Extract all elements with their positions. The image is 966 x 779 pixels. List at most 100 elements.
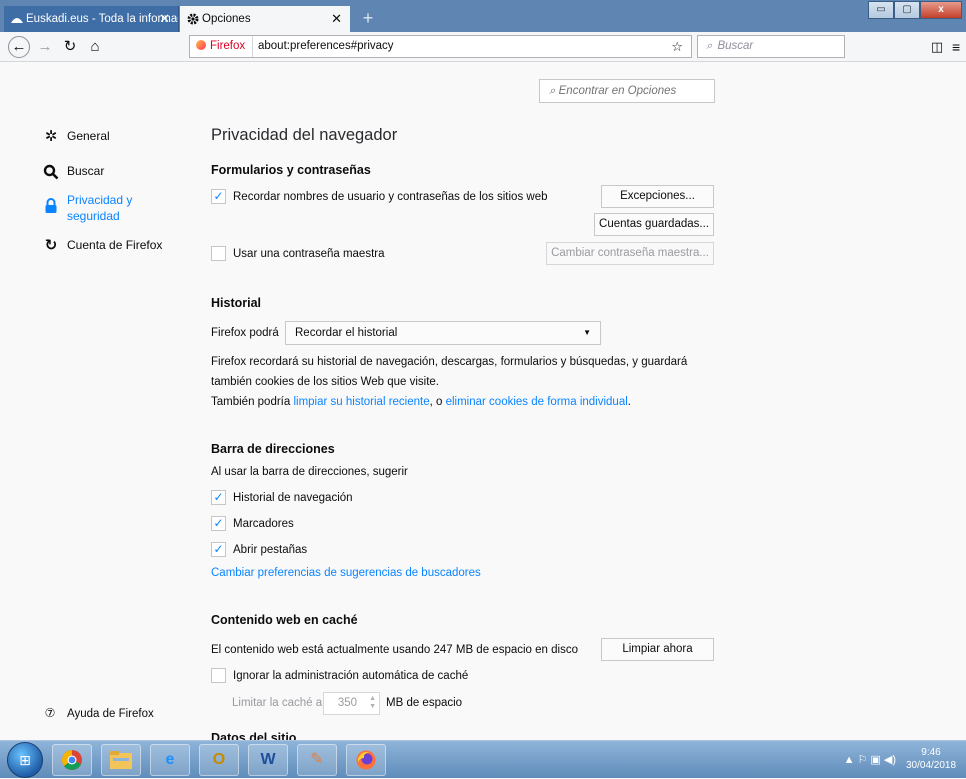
checkbox-label: Usar una contraseña maestra	[233, 247, 385, 260]
url-text[interactable]: about:preferences#privacy	[258, 36, 394, 57]
gear-icon	[187, 13, 199, 25]
home-button[interactable]: ⌂	[84, 36, 106, 58]
cache-limit-label: Limitar la caché a	[232, 697, 323, 709]
tab-close-icon[interactable]: ✕	[159, 6, 170, 32]
identity-box[interactable]: Firefox	[190, 36, 254, 57]
checkbox-checked[interactable]: ✓	[211, 516, 226, 531]
outlook-icon[interactable]: O	[199, 744, 239, 776]
maximize-button[interactable]: ▢	[894, 1, 920, 19]
override-cache-checkbox[interactable]: Ignorar la administración automática de …	[211, 668, 468, 683]
chrome-icon[interactable]	[52, 744, 92, 776]
category-label: Cuenta de Firefox	[67, 238, 163, 252]
tab-strip: Euskadi.eus - Toda la informac ✕ Opcione…	[0, 0, 966, 32]
search-icon: ⌕	[706, 40, 713, 52]
euskadi-favicon-icon	[11, 18, 23, 23]
lock-icon	[42, 198, 60, 217]
address-bar-intro: Al usar la barra de direcciones, sugerir	[211, 466, 408, 478]
cache-limit-input[interactable]: 350 ▲ ▼	[323, 692, 380, 715]
suggest-history-checkbox[interactable]: ✓ Historial de navegación	[211, 490, 353, 505]
category-search[interactable]: Buscar	[42, 164, 104, 183]
reload-button[interactable]: ↻	[59, 36, 81, 58]
windows-start-icon[interactable]: ⊞	[7, 742, 43, 778]
spinner-arrows-icon[interactable]: ▲ ▼	[369, 695, 376, 711]
category-label: General	[67, 129, 110, 143]
firefox-icon	[196, 40, 206, 50]
clock-date: 30/04/2018	[906, 760, 957, 771]
ie-icon[interactable]: e	[150, 744, 190, 776]
cache-limit-unit: MB de espacio	[386, 697, 463, 709]
window-controls: ▭ ▢ x	[868, 1, 962, 19]
back-button[interactable]: ←	[8, 36, 30, 58]
change-search-suggestions-link[interactable]: Cambiar preferencias de sugerencias de b…	[211, 567, 481, 579]
tab-euskadi[interactable]: Euskadi.eus - Toda la informac ✕	[4, 6, 179, 32]
history-description: Firefox recordará su historial de navega…	[211, 356, 688, 368]
remember-logins-checkbox[interactable]: ✓ Recordar nombres de usuario y contrase…	[211, 189, 548, 204]
checkbox-label: Historial de navegación	[233, 491, 353, 504]
word-icon[interactable]: W	[248, 744, 288, 776]
category-label: Privacidad y seguridad	[67, 193, 133, 223]
tab-label: Opciones	[202, 13, 251, 25]
help-icon: ⑦	[44, 706, 56, 720]
cache-section-title: Contenido web en caché	[211, 613, 358, 627]
remove-cookies-link[interactable]: eliminar cookies de forma individual	[446, 396, 628, 408]
static-text: .	[627, 396, 631, 408]
master-password-checkbox[interactable]: Usar una contraseña maestra	[211, 246, 385, 261]
select-value: Recordar el historial	[295, 327, 398, 339]
checkbox-checked[interactable]: ✓	[211, 542, 226, 557]
taskbar: ⊞ e O W ✎ ▲ ⚐ ▣ ◀) 9:46 30/04/2018	[0, 740, 966, 778]
checkbox-unchecked[interactable]	[211, 246, 226, 261]
url-bar[interactable]: Firefox about:preferences#privacy ☆	[189, 35, 692, 58]
page-title: Privacidad del navegador	[211, 126, 398, 144]
menu-icon[interactable]: ≡	[952, 36, 966, 58]
site-data-section-title: Datos del sitio	[211, 731, 297, 740]
bookmark-star-icon[interactable]: ☆	[671, 36, 683, 57]
category-firefox-account[interactable]: ↻ Cuenta de Firefox	[42, 237, 163, 254]
clear-recent-history-link[interactable]: limpiar su historial reciente	[293, 396, 429, 408]
explorer-icon[interactable]	[101, 744, 141, 776]
sync-icon: ↻	[44, 237, 58, 254]
checkbox-checked[interactable]: ✓	[211, 490, 226, 505]
category-general[interactable]: ✲ General	[42, 129, 110, 144]
history-links-line: También podría limpiar su historial reci…	[211, 396, 631, 408]
exceptions-button[interactable]: Excepciones...	[601, 185, 714, 208]
new-tab-button[interactable]: +	[355, 6, 381, 32]
change-master-password-button[interactable]: Cambiar contraseña maestra...	[546, 242, 714, 265]
clock[interactable]: 9:46 30/04/2018	[906, 746, 956, 772]
help-label: Ayuda de Firefox	[67, 708, 154, 720]
tab-close-icon[interactable]: ✕	[331, 6, 342, 32]
suggest-bookmarks-checkbox[interactable]: ✓ Marcadores	[211, 516, 294, 531]
history-section-title: Historial	[211, 296, 262, 310]
sidebar-icon[interactable]: ◫	[926, 36, 948, 58]
checkbox-label: Ignorar la administración automática de …	[233, 669, 469, 682]
history-mode-label: Firefox podrá	[211, 327, 279, 339]
search-icon	[42, 164, 60, 183]
paint-icon[interactable]: ✎	[297, 744, 337, 776]
navigation-toolbar: ← → ↻ ⌂ Firefox about:preferences#privac…	[0, 32, 966, 62]
saved-logins-button[interactable]: Cuentas guardadas...	[594, 213, 714, 236]
checkbox-unchecked[interactable]	[211, 668, 226, 683]
close-window-button[interactable]: x	[920, 1, 962, 19]
clock-time: 9:46	[921, 747, 941, 758]
forward-button[interactable]: →	[34, 36, 56, 58]
tab-opciones[interactable]: Opciones ✕	[180, 6, 350, 32]
checkbox-label: Marcadores	[233, 517, 294, 530]
category-privacy[interactable]: Privacidad y seguridad	[42, 192, 147, 224]
forms-section-title: Formularios y contraseñas	[211, 163, 371, 177]
checkbox-checked[interactable]: ✓	[211, 189, 226, 204]
address-bar-section-title: Barra de direcciones	[211, 442, 335, 456]
history-mode-select[interactable]: Recordar el historial ▼	[285, 321, 601, 345]
firefox-icon[interactable]	[346, 744, 386, 776]
checkbox-label: Recordar nombres de usuario y contraseña…	[233, 190, 548, 203]
static-text: También podría	[211, 396, 294, 408]
find-in-options-input[interactable]: ⌕ Encontrar en Opciones	[539, 79, 715, 103]
clear-cache-button[interactable]: Limpiar ahora	[601, 638, 714, 661]
cache-limit-value: 350	[337, 697, 357, 709]
help-link[interactable]: ⑦ Ayuda de Firefox	[42, 706, 154, 722]
suggest-open-tabs-checkbox[interactable]: ✓ Abrir pestañas	[211, 542, 307, 557]
search-bar[interactable]: ⌕ Buscar	[697, 35, 845, 58]
preferences-page: ⌕ Encontrar en Opciones ✲ General Buscar…	[0, 62, 966, 740]
chevron-down-icon: ▼	[583, 328, 591, 337]
tray-icons[interactable]: ▲ ⚐ ▣ ◀)	[844, 753, 896, 766]
minimize-button[interactable]: ▭	[868, 1, 894, 19]
search-placeholder: Buscar	[717, 40, 754, 52]
